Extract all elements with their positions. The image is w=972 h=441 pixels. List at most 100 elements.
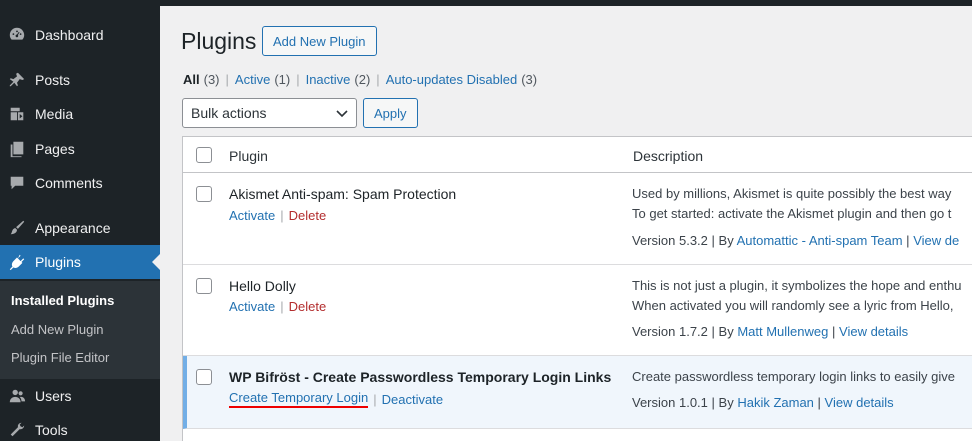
meta-separator: | bbox=[711, 324, 715, 339]
by-label: By bbox=[718, 233, 734, 248]
filter-active[interactable]: Active bbox=[235, 72, 270, 87]
sidebar-item-comments[interactable]: Comments bbox=[0, 166, 160, 200]
pin-icon bbox=[7, 70, 27, 90]
sidebar-item-plugins[interactable]: Plugins bbox=[0, 245, 160, 279]
deactivate-link[interactable]: Deactivate bbox=[382, 392, 443, 407]
users-icon bbox=[7, 386, 27, 406]
chevron-down-icon bbox=[336, 110, 348, 118]
plugin-name: WP Bifröst - Create Passwordless Tempora… bbox=[229, 369, 612, 385]
meta-separator: | bbox=[817, 395, 821, 410]
sidebar-item-label: Tools bbox=[35, 422, 68, 438]
submenu-installed-plugins[interactable]: Installed Plugins bbox=[11, 293, 114, 308]
delete-link[interactable]: Delete bbox=[289, 208, 327, 223]
activate-link[interactable]: Activate bbox=[229, 299, 275, 314]
filter-all-count: (3) bbox=[203, 72, 220, 87]
sidebar-item-media[interactable]: Media bbox=[0, 97, 160, 131]
sidebar-item-label: Dashboard bbox=[35, 27, 104, 43]
sidebar-item-label: Users bbox=[35, 388, 72, 404]
meta-separator: | bbox=[711, 233, 715, 248]
delete-link[interactable]: Delete bbox=[289, 299, 327, 314]
add-new-plugin-button[interactable]: Add New Plugin bbox=[262, 26, 377, 56]
sidebar-item-appearance[interactable]: Appearance bbox=[0, 211, 160, 245]
filter-autoupdates-disabled[interactable]: Auto-updates Disabled bbox=[386, 72, 518, 87]
submenu-plugin-file-editor[interactable]: Plugin File Editor bbox=[11, 350, 109, 365]
row-actions: Activate | Delete bbox=[229, 208, 326, 223]
main-content: Plugins Add New Plugin All (3) | Active … bbox=[160, 6, 972, 441]
plugin-description: Create passwordless temporary login link… bbox=[632, 369, 955, 384]
brush-icon bbox=[7, 218, 27, 238]
plugin-name: Akismet Anti-spam: Spam Protection bbox=[229, 186, 457, 202]
bulk-actions-value: Bulk actions bbox=[191, 105, 267, 121]
plugin-version: Version 5.3.2 bbox=[632, 233, 708, 248]
view-details-link[interactable]: View de bbox=[913, 233, 959, 248]
filter-separator: | bbox=[225, 72, 229, 87]
sidebar-item-label: Comments bbox=[35, 175, 103, 191]
filter-inactive[interactable]: Inactive bbox=[306, 72, 351, 87]
by-label: By bbox=[718, 324, 734, 339]
wrench-icon bbox=[7, 420, 27, 440]
create-temporary-login-link[interactable]: Create Temporary Login bbox=[229, 390, 369, 408]
row-checkbox[interactable] bbox=[196, 278, 212, 294]
plugin-status-filters: All (3) | Active (1) | Inactive (2) | Au… bbox=[183, 72, 537, 87]
filter-active-count: (1) bbox=[274, 72, 291, 87]
plugin-description: When activated you will randomly see a l… bbox=[632, 298, 954, 313]
meta-separator: | bbox=[711, 395, 715, 410]
media-icon bbox=[7, 104, 27, 124]
sidebar-item-label: Posts bbox=[35, 72, 71, 88]
plugins-submenu: Installed Plugins Add New Plugin Plugin … bbox=[0, 281, 160, 379]
view-details-link[interactable]: View details bbox=[825, 395, 894, 410]
sidebar-item-label: Plugins bbox=[35, 254, 81, 270]
filter-all[interactable]: All bbox=[183, 72, 200, 87]
meta-separator: | bbox=[906, 233, 910, 248]
by-label: By bbox=[718, 395, 734, 410]
table-row-active: WP Bifröst - Create Passwordless Tempora… bbox=[183, 356, 972, 429]
filter-separator: | bbox=[376, 72, 380, 87]
filter-inactive-count: (2) bbox=[354, 72, 371, 87]
filter-separator: | bbox=[296, 72, 300, 87]
comment-icon bbox=[7, 173, 27, 193]
meta-separator: | bbox=[832, 324, 836, 339]
admin-sidebar: Dashboard Posts Media Pages Comments App… bbox=[0, 0, 160, 441]
sidebar-item-tools[interactable]: Tools bbox=[0, 413, 160, 441]
table-row: Hello Dolly Activate | Delete This is no… bbox=[183, 265, 972, 356]
page-title: Plugins bbox=[181, 28, 257, 54]
row-checkbox[interactable] bbox=[196, 369, 212, 385]
action-separator: | bbox=[280, 208, 284, 223]
table-header: Plugin Description bbox=[183, 137, 972, 173]
row-actions: Create Temporary Login | Deactivate bbox=[229, 390, 443, 408]
sidebar-item-pages[interactable]: Pages bbox=[0, 132, 160, 166]
plugin-description: To get started: activate the Akismet plu… bbox=[632, 206, 952, 221]
dashboard-icon bbox=[7, 25, 27, 45]
author-link[interactable]: Automattic - Anti-spam Team bbox=[737, 233, 903, 248]
sidebar-item-dashboard[interactable]: Dashboard bbox=[0, 18, 160, 52]
plugin-description: Used by millions, Akismet is quite possi… bbox=[632, 186, 952, 201]
plugin-icon bbox=[7, 252, 27, 272]
filter-autoupdates-count: (3) bbox=[521, 72, 538, 87]
pages-icon bbox=[7, 139, 27, 159]
plugins-table: Plugin Description Akismet Anti-spam: Sp… bbox=[182, 136, 972, 441]
action-separator: | bbox=[280, 299, 284, 314]
sidebar-item-label: Appearance bbox=[35, 220, 111, 236]
column-header-description: Description bbox=[633, 148, 704, 164]
row-actions: Activate | Delete bbox=[229, 299, 326, 314]
view-details-link[interactable]: View details bbox=[839, 324, 908, 339]
plugin-version: Version 1.7.2 bbox=[632, 324, 708, 339]
sidebar-item-posts[interactable]: Posts bbox=[0, 63, 160, 97]
submenu-add-new-plugin[interactable]: Add New Plugin bbox=[11, 322, 104, 337]
plugin-meta: Version 1.0.1 | By Hakik Zaman | View de… bbox=[632, 395, 894, 410]
action-separator: | bbox=[373, 391, 377, 407]
author-link[interactable]: Hakik Zaman bbox=[737, 395, 814, 410]
row-checkbox[interactable] bbox=[196, 186, 212, 202]
table-row: Akismet Anti-spam: Spam Protection Activ… bbox=[183, 173, 972, 265]
plugin-name: Hello Dolly bbox=[229, 278, 296, 294]
sidebar-item-label: Pages bbox=[35, 141, 75, 157]
apply-button[interactable]: Apply bbox=[363, 98, 418, 128]
plugin-meta: Version 1.7.2 | By Matt Mullenweg | View… bbox=[632, 324, 908, 339]
sidebar-item-users[interactable]: Users bbox=[0, 379, 160, 413]
sidebar-item-label: Media bbox=[35, 106, 74, 122]
activate-link[interactable]: Activate bbox=[229, 208, 275, 223]
column-header-plugin: Plugin bbox=[229, 148, 268, 164]
select-all-checkbox[interactable] bbox=[196, 147, 212, 163]
author-link[interactable]: Matt Mullenweg bbox=[737, 324, 828, 339]
bulk-actions-select[interactable]: Bulk actions bbox=[182, 98, 357, 128]
